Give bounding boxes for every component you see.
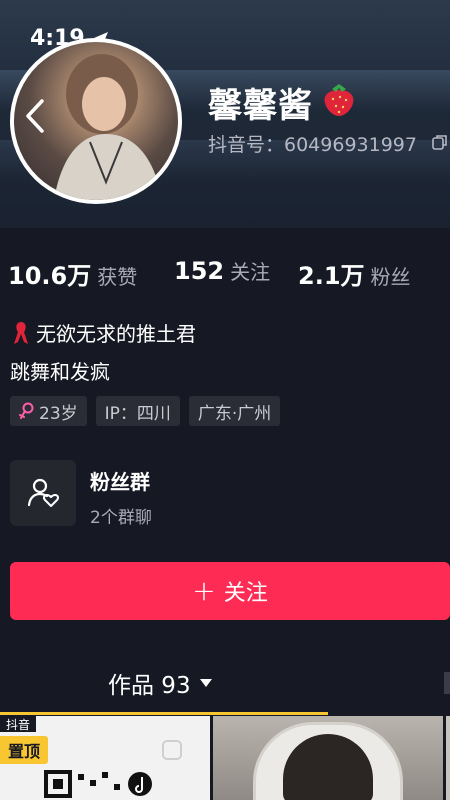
tab-overflow-edge bbox=[444, 672, 450, 694]
tag-age: 23岁 bbox=[10, 396, 87, 426]
profile-tags: 23岁 IP：四川 广东·广州 bbox=[10, 396, 281, 426]
caret-down-icon bbox=[199, 679, 212, 687]
stat-following[interactable]: 152 关注 bbox=[174, 256, 270, 285]
work-thumbnail[interactable] bbox=[446, 716, 450, 800]
fan-group-subtitle: 2个群聊 bbox=[90, 508, 152, 528]
fan-group-title[interactable]: 粉丝群 bbox=[90, 466, 150, 495]
works-grid: 抖音 置顶 bbox=[0, 716, 450, 800]
fan-group-button[interactable] bbox=[10, 460, 76, 526]
stat-value: 10.6万 bbox=[8, 262, 92, 290]
tag-text: 23岁 bbox=[39, 403, 78, 424]
follow-button[interactable]: + 关注 bbox=[10, 562, 450, 620]
work-thumbnail[interactable] bbox=[213, 716, 443, 800]
stat-followers[interactable]: 2.1万 粉丝 bbox=[298, 256, 411, 291]
stat-label: 关注 bbox=[230, 260, 271, 284]
tab-indicator bbox=[0, 712, 328, 715]
female-icon bbox=[19, 402, 34, 419]
pinned-badge: 置顶 bbox=[0, 736, 49, 764]
tab-works-label: 作品 93 bbox=[108, 673, 191, 699]
douyin-id: 抖音号：60496931997 bbox=[208, 134, 417, 156]
copy-icon[interactable] bbox=[432, 134, 448, 150]
qr-code-image bbox=[44, 770, 152, 798]
nickname: 馨馨酱 bbox=[208, 86, 313, 126]
bio-line-1: 无欲无求的推土君 bbox=[12, 318, 196, 347]
strawberry-icon bbox=[324, 84, 354, 116]
tag-location: 广东·广州 bbox=[188, 396, 281, 426]
tag-text: 广东·广州 bbox=[197, 403, 272, 424]
back-arrow-icon[interactable] bbox=[24, 98, 46, 134]
douyin-logo: 抖音 bbox=[0, 716, 37, 732]
stat-likes[interactable]: 10.6万 获赞 bbox=[8, 256, 137, 291]
select-checkbox-icon bbox=[162, 740, 182, 760]
plus-icon: + bbox=[192, 574, 216, 607]
stat-value: 2.1万 bbox=[298, 262, 365, 290]
fan-group-icon bbox=[27, 478, 60, 507]
bio-text: 无欲无求的推土君 bbox=[36, 322, 196, 346]
follow-button-label: 关注 bbox=[223, 581, 268, 606]
tag-text: IP：四川 bbox=[104, 403, 171, 424]
stat-label: 获赞 bbox=[97, 265, 138, 289]
work-thumbnail[interactable]: 抖音 置顶 bbox=[0, 716, 210, 800]
tab-works[interactable]: 作品 93 bbox=[108, 666, 213, 700]
stat-value: 152 bbox=[174, 257, 225, 285]
ribbon-icon bbox=[14, 321, 28, 344]
stat-label: 粉丝 bbox=[370, 265, 411, 289]
tag-ip: IP：四川 bbox=[95, 396, 180, 426]
bio-line-2: 跳舞和发疯 bbox=[10, 360, 110, 384]
